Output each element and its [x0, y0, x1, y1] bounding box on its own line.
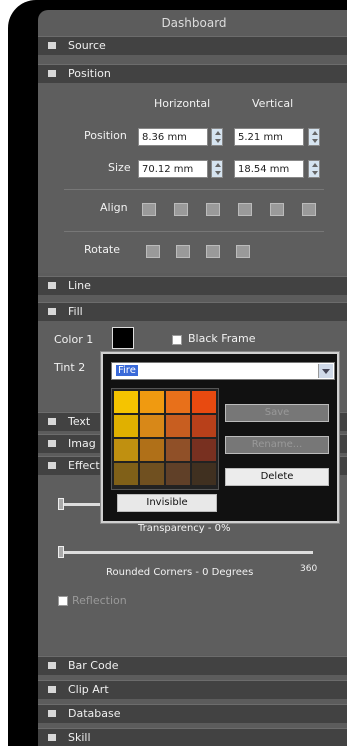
size-v-stepper[interactable] — [308, 160, 320, 178]
rounded-slider-thumb[interactable] — [58, 546, 64, 558]
collapse-square-icon — [48, 70, 56, 77]
section-header-line[interactable]: Line — [38, 276, 347, 295]
color-swatch[interactable] — [192, 439, 216, 461]
rounded-max-label: 360 — [300, 564, 318, 574]
col-horizontal-label: Horizontal — [154, 97, 211, 110]
section-label: Fill — [68, 305, 83, 318]
color-swatch[interactable] — [166, 439, 190, 461]
color-swatch[interactable] — [114, 463, 138, 485]
color2-label: Tint 2 — [54, 361, 86, 374]
section-label: Position — [68, 67, 111, 80]
rotate-label: Rotate — [84, 243, 121, 256]
black-frame-checkbox[interactable] — [172, 335, 182, 345]
color-swatch[interactable] — [166, 391, 190, 413]
position-v-input[interactable]: 5.21 mm — [234, 128, 304, 146]
align-bottom-icon[interactable] — [302, 203, 316, 216]
color1-label: Color 1 — [54, 333, 94, 346]
color-swatch[interactable] — [192, 415, 216, 437]
collapse-square-icon — [48, 282, 56, 289]
collapse-square-icon — [48, 462, 56, 469]
popup-body: Fire Save Rename... Delete Invisible — [103, 354, 337, 521]
color-swatch[interactable] — [192, 391, 216, 413]
section-header-barcode[interactable]: Bar Code — [38, 656, 347, 675]
collapse-square-icon — [48, 308, 56, 315]
rotate-90-icon[interactable] — [176, 245, 190, 258]
align-middle-icon[interactable] — [270, 203, 284, 216]
rotate-270-icon[interactable] — [236, 245, 250, 258]
transparency-label: Transparency - 0% — [138, 523, 231, 534]
color-swatch[interactable] — [140, 463, 164, 485]
black-frame-label: Black Frame — [188, 332, 256, 345]
section-label: Database — [68, 707, 121, 720]
color-swatch[interactable] — [114, 415, 138, 437]
chevron-down-icon[interactable] — [318, 364, 333, 378]
collapse-square-icon — [48, 662, 56, 669]
reflection-checkbox[interactable] — [58, 596, 68, 606]
col-vertical-label: Vertical — [252, 97, 294, 110]
divider — [64, 189, 324, 190]
align-label: Align — [100, 201, 128, 214]
section-header-database[interactable]: Database — [38, 704, 347, 723]
section-header-clipart[interactable]: Clip Art — [38, 680, 347, 699]
align-top-icon[interactable] — [238, 203, 252, 216]
scheme-combo-value: Fire — [116, 365, 138, 376]
section-label: Bar Code — [68, 659, 119, 672]
rotate-0-icon[interactable] — [146, 245, 160, 258]
divider — [64, 231, 324, 232]
section-label: Line — [68, 279, 91, 292]
position-body: Horizontal Vertical Position 8.36 mm 5.2… — [38, 83, 347, 273]
section-header-skill[interactable]: Skill — [38, 728, 347, 746]
section-header-position[interactable]: Position — [38, 64, 347, 83]
panel-title: Dashboard — [161, 16, 227, 30]
swatch-grid — [111, 388, 219, 490]
color-swatch[interactable] — [140, 415, 164, 437]
section-label: Effect — [68, 459, 100, 472]
size-h-input[interactable]: 70.12 mm — [138, 160, 208, 178]
align-center-icon[interactable] — [174, 203, 188, 216]
collapse-square-icon — [48, 686, 56, 693]
rounded-corners-label: Rounded Corners - 0 Degrees — [106, 567, 254, 578]
color1-swatch[interactable] — [112, 327, 134, 349]
section-label: Skill — [68, 731, 91, 744]
position-h-stepper[interactable] — [211, 128, 223, 146]
color-swatch[interactable] — [166, 415, 190, 437]
color-swatch[interactable] — [114, 439, 138, 461]
color-swatch[interactable] — [114, 391, 138, 413]
collapse-square-icon — [48, 710, 56, 717]
delete-button[interactable]: Delete — [225, 468, 329, 486]
color-swatch[interactable] — [192, 463, 216, 485]
invisible-button[interactable]: Invisible — [117, 494, 217, 512]
section-label: Imag — [68, 437, 96, 450]
save-button[interactable]: Save — [225, 404, 329, 422]
reflection-label: Reflection — [72, 594, 127, 607]
color-swatch[interactable] — [140, 439, 164, 461]
section-label: Text — [68, 415, 91, 428]
scheme-combo[interactable]: Fire — [111, 362, 335, 380]
size-v-input[interactable]: 18.54 mm — [234, 160, 304, 178]
collapse-square-icon — [48, 418, 56, 425]
section-label: Source — [68, 39, 106, 52]
collapse-square-icon — [48, 42, 56, 49]
collapse-square-icon — [48, 440, 56, 447]
rename-button[interactable]: Rename... — [225, 436, 329, 454]
color-scheme-popup: Fire Save Rename... Delete Invisible — [100, 351, 340, 524]
row-size-label: Size — [108, 161, 131, 174]
collapse-square-icon — [48, 734, 56, 741]
transparency-slider-thumb[interactable] — [58, 498, 64, 510]
align-left-icon[interactable] — [142, 203, 156, 216]
section-label: Clip Art — [68, 683, 109, 696]
color-swatch[interactable] — [140, 391, 164, 413]
section-header-source[interactable]: Source — [38, 36, 347, 55]
position-h-input[interactable]: 8.36 mm — [138, 128, 208, 146]
color-swatch[interactable] — [166, 463, 190, 485]
rounded-slider-track[interactable] — [58, 551, 313, 554]
row-position-label: Position — [84, 129, 127, 142]
size-h-stepper[interactable] — [211, 160, 223, 178]
section-header-fill[interactable]: Fill — [38, 302, 347, 321]
position-v-stepper[interactable] — [308, 128, 320, 146]
align-right-icon[interactable] — [206, 203, 220, 216]
rotate-180-icon[interactable] — [206, 245, 220, 258]
